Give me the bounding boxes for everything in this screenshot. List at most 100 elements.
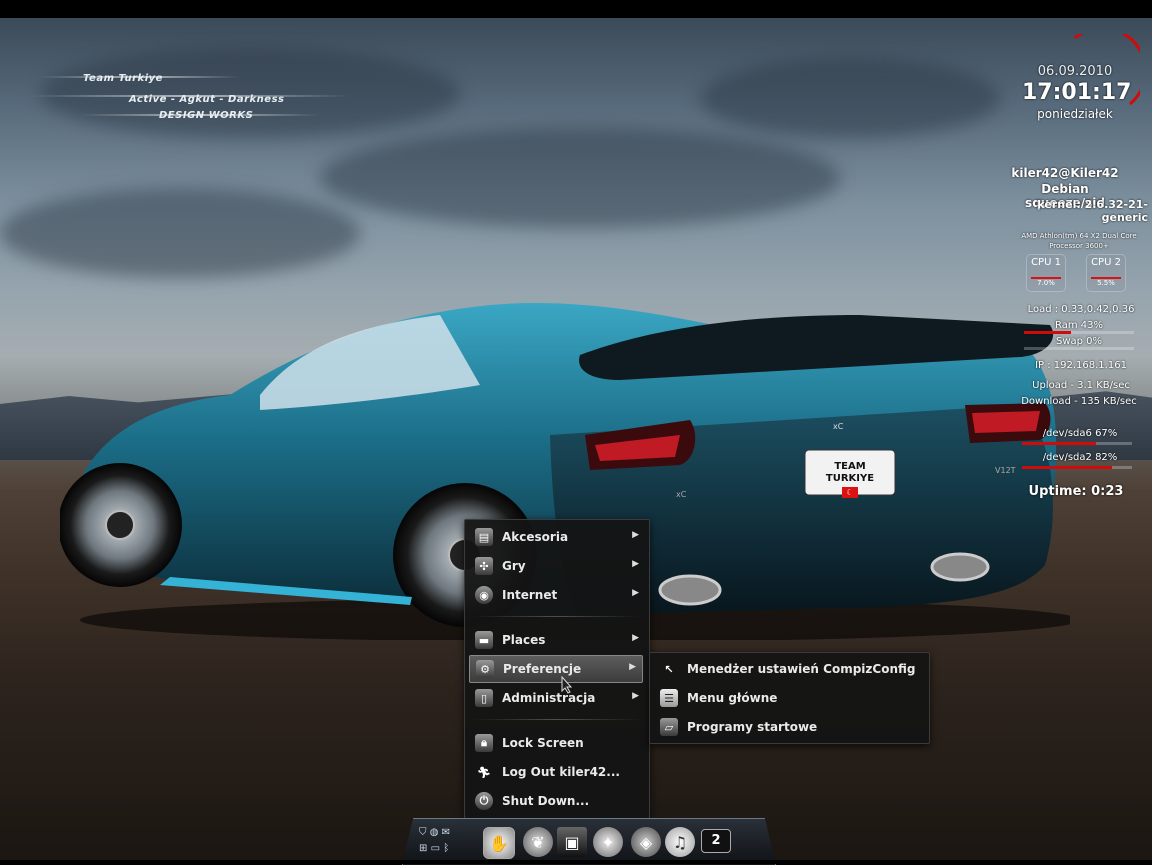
submenu-item-label: Menu główne: [687, 691, 778, 705]
menu-item-label: Administracja: [502, 691, 596, 705]
submenu-item-programy-startowe[interactable]: ▱ Programy startowe: [654, 714, 924, 740]
terminal-icon[interactable]: ▣: [557, 827, 587, 857]
menu-item-label: Gry: [502, 559, 526, 573]
power-icon: ⏻: [475, 792, 493, 810]
brand-title: Team Turkiye: [83, 73, 163, 84]
sys-disk-sda6: /dev/sda6 67%: [1042, 428, 1118, 439]
submenu-arrow-icon: ▶: [629, 662, 636, 672]
submenu-item-compizconfig[interactable]: ↖ Menedżer ustawień CompizConfig: [654, 656, 924, 682]
sys-swap: Swap 0%: [1055, 336, 1103, 347]
sys-user: kiler42@Kiler42: [1011, 166, 1119, 180]
ram-meter: [1024, 331, 1071, 334]
sys-ip: IP : 192.168.1.161: [1035, 360, 1127, 371]
turkish-flag-icon: ☾: [842, 487, 858, 498]
clock-weekday: poniedziałek: [1037, 107, 1113, 121]
submenu-arrow-icon: ▶: [632, 530, 639, 540]
globe-icon: ◉: [475, 586, 493, 604]
logout-icon: 🏃︎: [477, 765, 491, 779]
sys-cpu-model-1: AMD Athlon(tm) 64 X2 Dual Core: [1021, 232, 1137, 240]
cloud: [40, 48, 460, 138]
menu-item-log-out[interactable]: 🏃︎ Log Out kiler42...: [469, 759, 645, 785]
sys-kernel: kernel: 2.6.32-21-generic: [1037, 198, 1148, 224]
clock-date: 06.09.2010: [1037, 64, 1113, 79]
dock-panel: ⛉ ◍ ✉ ⊞ ▭ ᛒ ✋ ❦ ▣ ✦ ◈ ♫ 2: [402, 818, 776, 865]
sda6-meter: [1022, 442, 1096, 445]
plate-line-2: TURKIYE: [825, 473, 875, 484]
cpu1-label: CPU 1: [1031, 257, 1061, 268]
bottom-bar: [0, 860, 1152, 864]
cloud: [320, 128, 840, 228]
sys-uptime: Uptime: 0:23: [1028, 484, 1124, 499]
system-monitor-icon[interactable]: ✦: [593, 827, 623, 857]
menu-item-label: Akcesoria: [502, 530, 569, 544]
sda2-meter: [1022, 466, 1112, 469]
compiz-icon: ↖: [664, 662, 674, 676]
cpu1-gauge: CPU 1 7.0%: [1026, 254, 1066, 292]
submenu-arrow-icon: ▶: [632, 691, 639, 701]
menu-item-label: Lock Screen: [502, 736, 584, 750]
accessories-icon: ▤: [475, 528, 493, 546]
car-logo: xC: [676, 490, 687, 499]
menu-item-akcesoria[interactable]: ▤ Akcesoria ▶: [469, 524, 645, 550]
shield-icon[interactable]: ⛉: [419, 827, 427, 838]
globe-icon[interactable]: ◍: [430, 827, 439, 838]
menu-item-label: Shut Down...: [502, 794, 590, 808]
menu-item-label: Places: [502, 633, 546, 647]
sys-download: Download - 135 KB/sec: [1021, 396, 1137, 407]
battery-icon[interactable]: ▭: [431, 843, 440, 854]
folder-icon: ▬: [475, 631, 493, 649]
startup-icon: ▱: [660, 718, 678, 736]
menu-item-places[interactable]: ▬ Places ▶: [469, 627, 645, 653]
submenu-arrow-icon: ▶: [632, 633, 639, 643]
swap-meter-track: [1024, 347, 1134, 350]
lock-icon: 🔒︎: [475, 734, 493, 752]
menu-item-gry[interactable]: ✣ Gry ▶: [469, 553, 645, 579]
preferences-icon: ⚙: [476, 660, 494, 678]
admin-icon: ▯: [475, 689, 493, 707]
media-player-icon[interactable]: ◈: [631, 827, 661, 857]
gnome-foot-icon[interactable]: ✋: [483, 827, 515, 859]
submenu-item-label: Programy startowe: [687, 720, 818, 734]
car-logo-rear: xC: [833, 422, 844, 431]
applications-menu: ▤ Akcesoria ▶ ✣ Gry ▶ ◉ Internet ▶ ▬ Pla…: [464, 519, 650, 819]
tray-area: ⛉ ◍ ✉ ⊞ ▭ ᛒ: [419, 825, 459, 859]
sys-cpu-model-2: Processor 3600+: [1049, 242, 1109, 250]
gamepad-icon: ✣: [475, 557, 493, 575]
cloud: [0, 188, 360, 278]
menu-item-label: Log Out kiler42...: [502, 765, 620, 779]
cpu2-label: CPU 2: [1091, 257, 1121, 268]
network-icon[interactable]: ⊞: [419, 843, 427, 854]
car-badge: V12T: [995, 466, 1016, 475]
music-player-icon[interactable]: ♫: [665, 827, 695, 857]
brand-design-works: DESIGN WORKS: [159, 110, 254, 121]
brand-subtitle: Active - Agkut - Darkness: [129, 94, 285, 105]
top-bar: [0, 0, 1152, 18]
cpu1-value: 7.0%: [1037, 279, 1055, 287]
mail-icon[interactable]: ✉: [442, 827, 450, 838]
submenu-arrow-icon: ▶: [632, 559, 639, 569]
sys-ram: Ram 43%: [1054, 320, 1103, 331]
clock-time: 17:01:17: [1022, 80, 1132, 105]
menu-item-label: Internet: [502, 588, 558, 602]
menu-item-preferencje[interactable]: ⚙ Preferencje ▶: [469, 655, 643, 683]
menu-item-shut-down[interactable]: ⏻ Shut Down...: [469, 788, 645, 814]
cpu2-gauge: CPU 2 5.5%: [1086, 254, 1126, 292]
menu-separator: [473, 719, 641, 720]
preferencje-submenu: ↖ Menedżer ustawień CompizConfig ☰ Menu …: [649, 652, 930, 744]
workspace-switcher[interactable]: 2: [701, 829, 731, 853]
sys-load: Load : 0.33,0.42,0.36: [1027, 304, 1135, 315]
sys-upload: Upload - 3.1 KB/sec: [1032, 380, 1130, 391]
menu-editor-icon: ☰: [660, 689, 678, 707]
submenu-item-label: Menedżer ustawień CompizConfig: [687, 662, 916, 676]
bluetooth-icon[interactable]: ᛒ: [443, 843, 449, 854]
submenu-item-menu-glowne[interactable]: ☰ Menu główne: [654, 685, 924, 711]
plate-line-1: TEAM: [834, 461, 866, 472]
mouse-cursor-icon: [561, 676, 573, 694]
menu-item-lock-screen[interactable]: 🔒︎ Lock Screen: [469, 730, 645, 756]
menu-item-label: Preferencje: [503, 662, 582, 676]
menu-item-administracja[interactable]: ▯ Administracja ▶: [469, 685, 645, 711]
gimp-icon[interactable]: ❦: [523, 827, 553, 857]
cpu2-value: 5.5%: [1097, 279, 1115, 287]
menu-item-internet[interactable]: ◉ Internet ▶: [469, 582, 645, 608]
sys-disk-sda2: /dev/sda2 82%: [1042, 452, 1118, 463]
